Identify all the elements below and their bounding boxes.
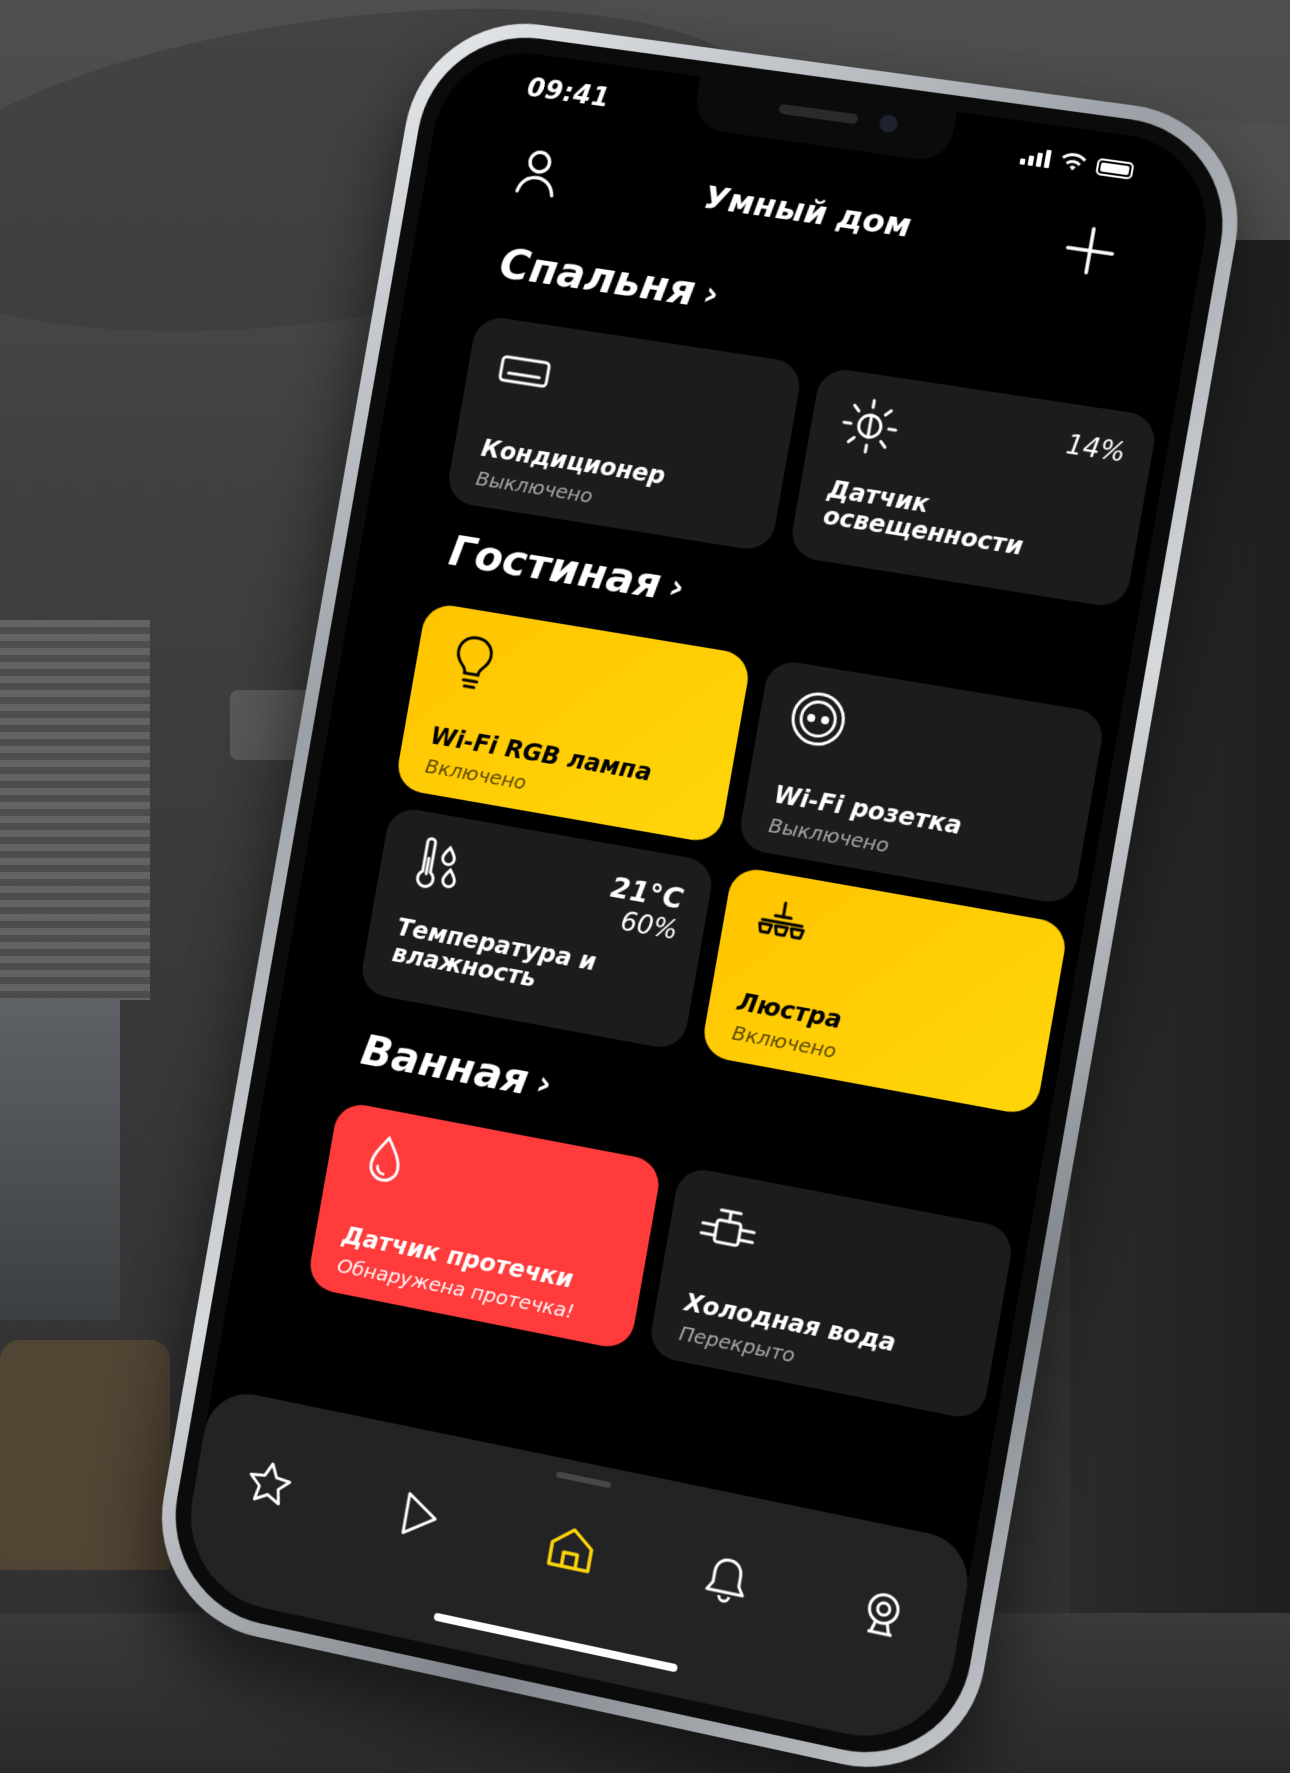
status-time: 09:41 [524, 73, 612, 114]
device-card-cold-water[interactable]: Холодная вода Перекрыто [647, 1165, 1016, 1422]
device-card-air-conditioner[interactable]: Кондиционер Выключено [444, 314, 804, 553]
section-title-bathroom[interactable]: Ванная › [358, 1025, 556, 1108]
device-card-light-sensor[interactable]: 14% Датчик освещенности [788, 366, 1159, 610]
device-name: Датчик освещенности [821, 475, 1030, 562]
device-name: Температура и влажность [390, 913, 598, 1004]
tab-home[interactable] [530, 1505, 613, 1591]
battery-icon [1095, 157, 1135, 180]
lightbulb-icon [440, 627, 508, 695]
tab-cameras[interactable] [841, 1570, 926, 1657]
water-drop-icon [352, 1127, 420, 1196]
camera-icon [852, 1582, 913, 1645]
add-device-button[interactable] [1057, 219, 1124, 283]
chevron-right-icon: › [701, 273, 723, 315]
temperature-value: 21°C 60% [603, 871, 685, 947]
star-icon [240, 1454, 298, 1515]
device-card-chandelier[interactable]: Люстра Включено [700, 865, 1070, 1117]
device-card-socket[interactable]: Wi-Fi розетка Выключено [736, 658, 1107, 907]
cellular-signal-icon [1019, 146, 1052, 169]
tab-favorites[interactable] [229, 1442, 309, 1526]
section-title-label: Гостиная [445, 526, 665, 609]
front-camera [878, 113, 900, 134]
chandelier-icon [747, 892, 817, 962]
section-title-label: Спальня [496, 238, 700, 316]
sheet-grabber [555, 1471, 612, 1489]
plus-icon [1057, 219, 1124, 283]
thermometer-droplets-icon [404, 831, 472, 900]
section-title-living-room[interactable]: Гостиная › [446, 526, 689, 612]
bell-icon [696, 1549, 757, 1611]
background-window-city [0, 1000, 120, 1320]
background-window-blinds [0, 620, 150, 1000]
status-icons [1019, 145, 1135, 181]
section-title-bedroom[interactable]: Спальня › [496, 239, 723, 319]
water-valve-icon [694, 1192, 764, 1263]
tab-scenarios[interactable] [379, 1473, 460, 1558]
tab-notifications[interactable] [684, 1537, 768, 1623]
background-chair [0, 1340, 170, 1570]
play-icon [390, 1485, 449, 1546]
speaker [778, 103, 859, 125]
device-card-rgb-lamp[interactable]: Wi-Fi RGB лампа Включено [394, 601, 753, 845]
home-icon [542, 1517, 602, 1579]
device-card-temperature-humidity[interactable]: 21°C 60% Температура и влажность [358, 805, 716, 1052]
light-level-value: 14% [1063, 429, 1128, 469]
device-card-leak-sensor[interactable]: Датчик протечки Обнаружена протечка! [306, 1100, 663, 1352]
socket-icon [783, 684, 853, 753]
chevron-right-icon: › [666, 566, 688, 608]
wifi-icon [1061, 151, 1088, 171]
air-conditioner-icon [490, 340, 558, 407]
light-sensor-icon [835, 392, 905, 460]
chevron-right-icon: › [534, 1062, 555, 1105]
section-title-label: Ванная [357, 1025, 533, 1105]
